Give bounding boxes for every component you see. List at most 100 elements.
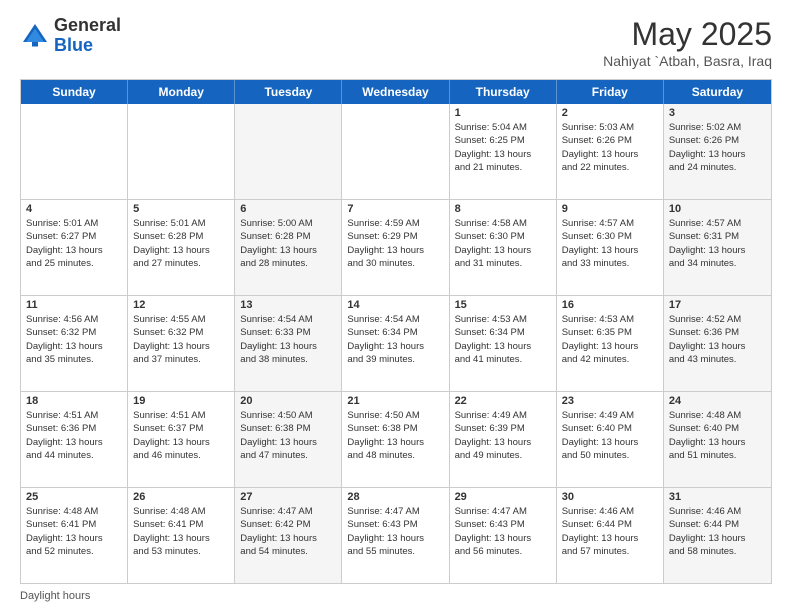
cell-line: Sunrise: 5:02 AM (669, 121, 766, 134)
calendar-header: SundayMondayTuesdayWednesdayThursdayFrid… (21, 80, 771, 104)
cell-line: Sunrise: 4:59 AM (347, 217, 443, 230)
day-cell-14: 14Sunrise: 4:54 AMSunset: 6:34 PMDayligh… (342, 296, 449, 391)
cell-line: Sunrise: 4:53 AM (562, 313, 658, 326)
cell-line: Sunrise: 4:46 AM (669, 505, 766, 518)
cell-line: Sunset: 6:30 PM (562, 230, 658, 243)
logo: General Blue (20, 16, 121, 56)
cell-line: Daylight: 13 hours (455, 436, 551, 449)
cell-line: Sunrise: 4:48 AM (669, 409, 766, 422)
day-cell-17: 17Sunrise: 4:52 AMSunset: 6:36 PMDayligh… (664, 296, 771, 391)
cell-line: and 35 minutes. (26, 353, 122, 366)
cell-line: Sunrise: 4:48 AM (26, 505, 122, 518)
cell-line: Sunset: 6:36 PM (26, 422, 122, 435)
cell-line: and 28 minutes. (240, 257, 336, 270)
cell-line: and 42 minutes. (562, 353, 658, 366)
cell-line: and 38 minutes. (240, 353, 336, 366)
day-cell-28: 28Sunrise: 4:47 AMSunset: 6:43 PMDayligh… (342, 488, 449, 583)
day-cell-26: 26Sunrise: 4:48 AMSunset: 6:41 PMDayligh… (128, 488, 235, 583)
cell-line: Daylight: 13 hours (562, 244, 658, 257)
logo-general: General (54, 15, 121, 35)
day-cell-6: 6Sunrise: 5:00 AMSunset: 6:28 PMDaylight… (235, 200, 342, 295)
cell-line: Daylight: 13 hours (240, 244, 336, 257)
day-cell-20: 20Sunrise: 4:50 AMSunset: 6:38 PMDayligh… (235, 392, 342, 487)
day-cell-29: 29Sunrise: 4:47 AMSunset: 6:43 PMDayligh… (450, 488, 557, 583)
day-number: 18 (26, 395, 122, 407)
cell-line: Daylight: 13 hours (562, 340, 658, 353)
location-subtitle: Nahiyat `Atbah, Basra, Iraq (603, 53, 772, 69)
day-number: 24 (669, 395, 766, 407)
header-day-friday: Friday (557, 80, 664, 104)
title-block: May 2025 Nahiyat `Atbah, Basra, Iraq (603, 16, 772, 69)
cell-line: Sunset: 6:41 PM (133, 518, 229, 531)
day-number: 15 (455, 299, 551, 311)
day-number: 17 (669, 299, 766, 311)
logo-text: General Blue (54, 16, 121, 56)
day-cell-24: 24Sunrise: 4:48 AMSunset: 6:40 PMDayligh… (664, 392, 771, 487)
day-cell-15: 15Sunrise: 4:53 AMSunset: 6:34 PMDayligh… (450, 296, 557, 391)
day-number: 21 (347, 395, 443, 407)
day-number: 27 (240, 491, 336, 503)
cell-line: Sunset: 6:29 PM (347, 230, 443, 243)
cell-line: and 54 minutes. (240, 545, 336, 558)
calendar-row-1: 4Sunrise: 5:01 AMSunset: 6:27 PMDaylight… (21, 199, 771, 295)
empty-cell-0-2 (235, 104, 342, 199)
day-number: 6 (240, 203, 336, 215)
day-cell-13: 13Sunrise: 4:54 AMSunset: 6:33 PMDayligh… (235, 296, 342, 391)
day-cell-22: 22Sunrise: 4:49 AMSunset: 6:39 PMDayligh… (450, 392, 557, 487)
cell-line: Sunset: 6:34 PM (455, 326, 551, 339)
cell-line: and 57 minutes. (562, 545, 658, 558)
day-number: 1 (455, 107, 551, 119)
cell-line: Daylight: 13 hours (26, 244, 122, 257)
page: General Blue May 2025 Nahiyat `Atbah, Ba… (0, 0, 792, 612)
cell-line: Sunset: 6:26 PM (669, 134, 766, 147)
cell-line: Sunset: 6:40 PM (562, 422, 658, 435)
cell-line: and 21 minutes. (455, 161, 551, 174)
cell-line: Daylight: 13 hours (455, 148, 551, 161)
day-cell-9: 9Sunrise: 4:57 AMSunset: 6:30 PMDaylight… (557, 200, 664, 295)
cell-line: Daylight: 13 hours (669, 340, 766, 353)
cell-line: and 52 minutes. (26, 545, 122, 558)
day-number: 31 (669, 491, 766, 503)
day-cell-25: 25Sunrise: 4:48 AMSunset: 6:41 PMDayligh… (21, 488, 128, 583)
cell-line: Sunrise: 4:54 AM (240, 313, 336, 326)
day-number: 19 (133, 395, 229, 407)
header-day-thursday: Thursday (450, 80, 557, 104)
day-number: 5 (133, 203, 229, 215)
cell-line: and 47 minutes. (240, 449, 336, 462)
cell-line: Sunset: 6:36 PM (669, 326, 766, 339)
day-number: 22 (455, 395, 551, 407)
cell-line: and 51 minutes. (669, 449, 766, 462)
cell-line: and 27 minutes. (133, 257, 229, 270)
cell-line: Daylight: 13 hours (347, 340, 443, 353)
cell-line: Sunrise: 5:01 AM (133, 217, 229, 230)
calendar-row-4: 25Sunrise: 4:48 AMSunset: 6:41 PMDayligh… (21, 487, 771, 583)
day-cell-21: 21Sunrise: 4:50 AMSunset: 6:38 PMDayligh… (342, 392, 449, 487)
cell-line: and 25 minutes. (26, 257, 122, 270)
cell-line: Sunset: 6:25 PM (455, 134, 551, 147)
day-number: 26 (133, 491, 229, 503)
day-cell-16: 16Sunrise: 4:53 AMSunset: 6:35 PMDayligh… (557, 296, 664, 391)
day-number: 14 (347, 299, 443, 311)
cell-line: Daylight: 13 hours (669, 148, 766, 161)
cell-line: Daylight: 13 hours (26, 532, 122, 545)
cell-line: Daylight: 13 hours (347, 244, 443, 257)
cell-line: Sunset: 6:37 PM (133, 422, 229, 435)
cell-line: Daylight: 13 hours (669, 532, 766, 545)
cell-line: Sunset: 6:34 PM (347, 326, 443, 339)
cell-line: Sunset: 6:35 PM (562, 326, 658, 339)
cell-line: Sunset: 6:27 PM (26, 230, 122, 243)
cell-line: Sunrise: 4:51 AM (133, 409, 229, 422)
calendar-row-0: 1Sunrise: 5:04 AMSunset: 6:25 PMDaylight… (21, 104, 771, 199)
day-number: 7 (347, 203, 443, 215)
empty-cell-0-0 (21, 104, 128, 199)
cell-line: and 44 minutes. (26, 449, 122, 462)
logo-blue: Blue (54, 35, 93, 55)
header-day-sunday: Sunday (21, 80, 128, 104)
cell-line: Sunset: 6:31 PM (669, 230, 766, 243)
cell-line: Sunset: 6:30 PM (455, 230, 551, 243)
day-number: 28 (347, 491, 443, 503)
cell-line: Sunrise: 4:47 AM (455, 505, 551, 518)
day-cell-31: 31Sunrise: 4:46 AMSunset: 6:44 PMDayligh… (664, 488, 771, 583)
day-cell-30: 30Sunrise: 4:46 AMSunset: 6:44 PMDayligh… (557, 488, 664, 583)
cell-line: Sunrise: 5:00 AM (240, 217, 336, 230)
